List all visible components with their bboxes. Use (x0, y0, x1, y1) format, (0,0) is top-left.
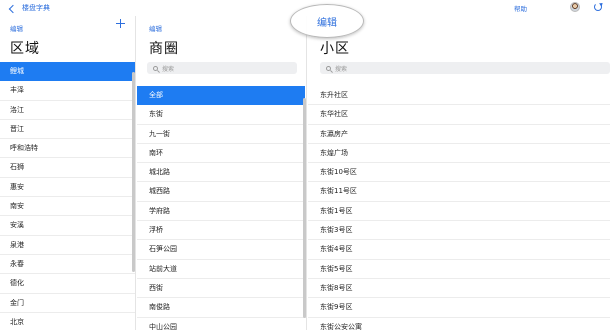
district-title: 商圈 (149, 41, 179, 57)
district-search-input[interactable]: 搜索 (147, 62, 297, 74)
search-icon (326, 65, 331, 71)
help-link[interactable]: 帮助 (514, 3, 527, 13)
district-list-item[interactable]: 全部 (137, 86, 305, 106)
back-button[interactable]: 楼盘字典 (8, 2, 50, 14)
district-list-item[interactable]: 学府路 (137, 202, 306, 222)
district-scrollbar[interactable] (303, 98, 306, 318)
community-list-item[interactable]: 东华社区 (308, 105, 610, 125)
region-list-item[interactable]: 金门 (0, 294, 135, 313)
community-list-item[interactable]: 东瀛房产 (308, 125, 610, 144)
app-window: 楼盘字典 帮助 编辑 区域 鲤城 丰泽 洛江 晋江 呼和浩特 石狮 惠安 南安 安溪 泉港 永春 德化… (0, 0, 610, 330)
community-title: 小区 (320, 41, 350, 57)
region-list-item[interactable]: 洛江 (0, 101, 135, 120)
community-list-item[interactable]: 东街8号区 (308, 279, 610, 299)
region-list-item[interactable]: 泉港 (0, 236, 135, 255)
add-icon[interactable] (116, 19, 125, 28)
region-list-item[interactable]: 德化 (0, 274, 135, 294)
edit-tooltip-label: 编辑 (317, 17, 337, 29)
region-edit-button[interactable]: 编辑 (10, 23, 23, 33)
district-list: 全部 东街 九一街 南环 城北路 城西路 学府路 浮桥 石笋公园 站前大道 西街 南俊路 中山公园 (137, 86, 306, 330)
region-list-item[interactable]: 石狮 (0, 158, 135, 178)
chevron-left-icon (8, 4, 18, 13)
region-list-item[interactable]: 晋江 (0, 120, 135, 140)
district-list-item[interactable]: 九一街 (137, 125, 306, 144)
district-edit-button[interactable]: 编辑 (149, 23, 162, 33)
community-column: 小区 搜索 东升社区 东华社区 东瀛房产 东煌广场 东街10号区 东街11号区 东街1号区东… (308, 16, 610, 330)
region-list-item[interactable]: 惠安 (0, 178, 135, 198)
district-list-item[interactable]: 中山公园 (137, 318, 306, 330)
community-list-item[interactable]: 东街3号区 (308, 221, 610, 241)
refresh-icon[interactable] (594, 3, 602, 11)
region-list-item[interactable]: 呼和浩特 (0, 139, 135, 159)
region-list-item[interactable]: 鲤城 (0, 62, 135, 82)
district-column: 编辑 商圈 搜索 全部 东街 九一街 南环 城北路 城西路 学府路 浮桥 石笋公园 站前大道 西街南… (137, 16, 307, 330)
community-search-placeholder: 搜索 (335, 65, 348, 73)
district-list-item[interactable]: 南俊路 (137, 298, 306, 318)
region-list-item[interactable]: 丰泽 (0, 81, 135, 101)
community-list-item[interactable]: 东煌广场 (308, 144, 610, 164)
district-list-item[interactable]: 东街 (137, 105, 306, 125)
community-list: 东升社区 东华社区 东瀛房产 东煌广场 东街10号区 东街11号区 东街1号区 东街3号区 东街… (308, 86, 610, 330)
community-list-item[interactable]: 东街10号区 (308, 163, 610, 183)
district-list-item[interactable]: 城北路 (137, 163, 306, 183)
community-list-item[interactable]: 东街公安公寓 (308, 318, 610, 330)
community-list-item[interactable]: 东街11号区 (308, 182, 610, 202)
community-list-item[interactable]: 东街5号区 (308, 260, 610, 279)
region-column: 编辑 区域 鲤城 丰泽 洛江 晋江 呼和浩特 石狮 惠安 南安 安溪 泉港 永春 德化 金门 北京 (0, 16, 136, 330)
district-list-item[interactable]: 站前大道 (137, 260, 306, 279)
community-list-item[interactable]: 东升社区 (308, 86, 610, 106)
district-list-item[interactable]: 西街 (137, 279, 306, 299)
edit-tooltip[interactable]: 编辑 (290, 4, 364, 38)
district-list-item[interactable]: 浮桥 (137, 221, 306, 241)
search-icon (153, 65, 158, 71)
region-list: 鲤城 丰泽 洛江 晋江 呼和浩特 石狮 惠安 南安 安溪 泉港 永春 德化 金门 北京 (0, 62, 135, 330)
region-list-item[interactable]: 南安 (0, 197, 135, 217)
district-list-item[interactable]: 城西路 (137, 182, 306, 202)
region-title: 区域 (10, 41, 40, 57)
district-search-placeholder: 搜索 (162, 65, 175, 73)
region-list-item[interactable]: 北京 (0, 313, 135, 330)
district-list-item[interactable]: 石笋公园 (137, 240, 306, 260)
region-scrollbar[interactable] (132, 72, 135, 272)
community-list-item[interactable]: 东街1号区 (308, 202, 610, 222)
back-label: 楼盘字典 (22, 4, 50, 12)
community-list-item[interactable]: 东街9号区 (308, 298, 610, 318)
community-list-item[interactable]: 东街4号区 (308, 240, 610, 260)
avatar[interactable] (570, 2, 580, 12)
district-list-item[interactable]: 南环 (137, 144, 306, 164)
community-search-input[interactable]: 搜索 (320, 62, 610, 74)
region-list-item[interactable]: 永春 (0, 255, 135, 275)
region-list-item[interactable]: 安溪 (0, 216, 135, 236)
